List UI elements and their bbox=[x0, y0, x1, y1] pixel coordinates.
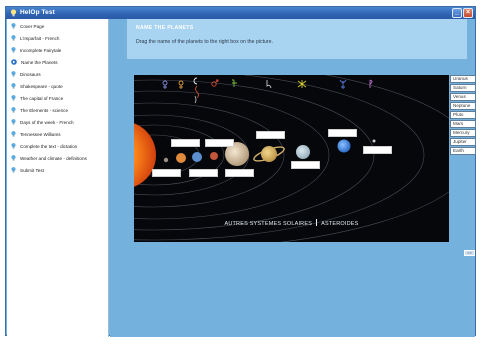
sidebar: Cover Page L'imparfait - French Incomple… bbox=[7, 19, 109, 337]
sidebar-item-label: Shakespeare - quote bbox=[20, 83, 63, 89]
lightbulb-icon bbox=[11, 167, 16, 173]
sidebar-item-name-the-planets[interactable]: Name the Planets bbox=[11, 57, 58, 67]
drop-box[interactable] bbox=[171, 139, 200, 147]
planet-name-tile[interactable]: Pluto bbox=[450, 111, 476, 119]
drop-box[interactable] bbox=[291, 161, 320, 169]
sidebar-item-label: Weather and climate - definitions bbox=[20, 155, 87, 161]
sidebar-item-incomplete-fairytale[interactable]: Incomplete Fairytale bbox=[11, 45, 61, 55]
sidebar-item-capital-of-france[interactable]: The capital of France bbox=[11, 93, 63, 103]
lightbulb-icon bbox=[11, 155, 16, 161]
sidebar-item-tennessee-williams[interactable]: Tennessee Williams bbox=[11, 129, 61, 139]
minimize-button[interactable]: _ bbox=[452, 8, 462, 18]
lightbulb-icon bbox=[11, 71, 16, 77]
sidebar-item-label: Name the Planets bbox=[21, 59, 58, 65]
sidebar-item-days-of-week[interactable]: Days of the week - French bbox=[11, 117, 74, 127]
sidebar-item-dictation[interactable]: Complete the text - dictation bbox=[11, 141, 77, 151]
planet-saturn bbox=[253, 146, 285, 162]
sidebar-item-cover-page[interactable]: Cover Page bbox=[11, 21, 44, 31]
sidebar-item-submit-test[interactable]: Submit Test bbox=[11, 165, 44, 175]
sun bbox=[134, 123, 156, 187]
question-area: NAME THE PLANETS Drag the name of the pl… bbox=[110, 19, 476, 337]
next-button[interactable]: >> bbox=[464, 250, 475, 256]
lightbulb-icon bbox=[11, 47, 16, 53]
sidebar-item-label: The capital of France bbox=[20, 95, 64, 101]
close-button[interactable]: × bbox=[463, 8, 473, 18]
lightbulb-icon bbox=[11, 119, 16, 125]
planet-venus bbox=[176, 153, 186, 163]
caption-separator bbox=[316, 219, 318, 226]
lightbulb-icon bbox=[11, 107, 16, 113]
planet-mars bbox=[210, 152, 218, 160]
caption-asteroids: ASTEROIDES bbox=[321, 221, 359, 227]
planet-earth bbox=[192, 152, 202, 162]
app-window: HelOp Test _ × Cover Page L'imparfait - … bbox=[5, 6, 476, 337]
drop-box[interactable] bbox=[363, 146, 392, 154]
planet-name-tile[interactable]: Uranus bbox=[450, 75, 476, 83]
picture-caption: AUTRES SYSTEMES SOLAIRES ASTEROIDES bbox=[134, 219, 449, 227]
planet-name-tile[interactable]: Venus bbox=[450, 93, 476, 101]
drop-box[interactable] bbox=[152, 169, 181, 177]
planet-name-tile[interactable]: Neptune bbox=[450, 102, 476, 110]
sidebar-item-label: Submit Test bbox=[20, 167, 44, 173]
lightbulb-icon bbox=[11, 143, 16, 149]
drop-box[interactable] bbox=[189, 169, 218, 177]
caption-other-solar-systems: AUTRES SYSTEMES SOLAIRES bbox=[224, 221, 313, 227]
drop-box[interactable] bbox=[205, 139, 234, 147]
drop-box[interactable] bbox=[225, 169, 254, 177]
drop-box[interactable] bbox=[328, 129, 357, 137]
question-instruction: Drag the name of the planets to the righ… bbox=[136, 39, 273, 45]
planet-name-tile[interactable]: Mars bbox=[450, 120, 476, 128]
sidebar-item-weather-climate[interactable]: Weather and climate - definitions bbox=[11, 153, 87, 163]
sidebar-item-label: Complete the text - dictation bbox=[20, 143, 78, 149]
solar-system-illustration bbox=[134, 75, 449, 242]
lightbulb-icon bbox=[10, 9, 17, 17]
sidebar-item-label: Tennessee Williams bbox=[20, 131, 61, 137]
question-header: NAME THE PLANETS Drag the name of the pl… bbox=[127, 19, 467, 59]
sidebar-item-shakespeare[interactable]: Shakespeare - quote bbox=[11, 81, 63, 91]
planet-neptune bbox=[337, 139, 351, 153]
planet-name-tile[interactable]: Mercury bbox=[450, 129, 476, 137]
lightbulb-icon bbox=[11, 131, 16, 137]
sidebar-item-label: L'imparfait - French bbox=[20, 35, 60, 41]
sidebar-item-label: Days of the week - French bbox=[20, 119, 74, 125]
sidebar-item-elements[interactable]: The Elements - science bbox=[11, 105, 68, 115]
window-title: HelOp Test bbox=[20, 9, 55, 16]
planet-pluto bbox=[372, 139, 376, 143]
lightbulb-icon bbox=[11, 23, 16, 29]
lightbulb-icon bbox=[11, 83, 16, 89]
solar-system-picture: AUTRES SYSTEMES SOLAIRES ASTEROIDES bbox=[134, 75, 449, 242]
planet-name-tile[interactable]: Jupiter bbox=[450, 138, 476, 146]
sidebar-item-label: Dinosaurs bbox=[20, 71, 41, 77]
sidebar-item-label: Cover Page bbox=[20, 23, 45, 29]
sidebar-item-imparfait[interactable]: L'imparfait - French bbox=[11, 33, 59, 43]
planet-name-tile[interactable]: Earth bbox=[450, 147, 476, 155]
lightbulb-icon bbox=[11, 35, 16, 41]
planet-mercury bbox=[163, 157, 169, 163]
sidebar-item-label: Incomplete Fairytale bbox=[20, 47, 62, 53]
sidebar-item-dinosaurs[interactable]: Dinosaurs bbox=[11, 69, 41, 79]
lightbulb-icon bbox=[11, 95, 16, 101]
planet-uranus bbox=[296, 145, 310, 159]
planet-name-tile[interactable]: Saturn bbox=[450, 84, 476, 92]
sidebar-item-label: The Elements - science bbox=[20, 107, 68, 113]
moon-trail-icons bbox=[194, 85, 199, 104]
current-page-arrow-icon bbox=[11, 59, 17, 65]
planet-symbol-icons bbox=[162, 77, 373, 89]
question-title: NAME THE PLANETS bbox=[136, 25, 194, 31]
title-bar: HelOp Test _ × bbox=[6, 7, 475, 19]
drop-box[interactable] bbox=[256, 131, 285, 139]
